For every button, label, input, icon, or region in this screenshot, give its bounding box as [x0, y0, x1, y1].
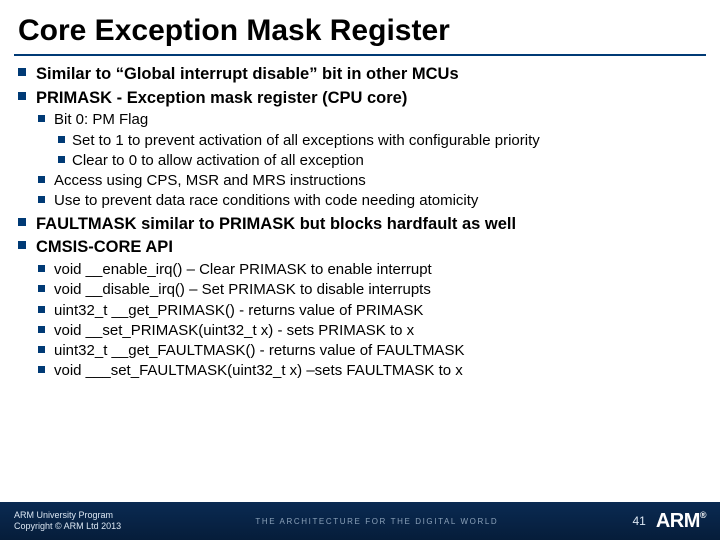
square-bullet-icon [38, 176, 45, 183]
bullet-text: Set to 1 to prevent activation of all ex… [72, 132, 540, 149]
square-bullet-icon [38, 285, 45, 292]
page-number: 41 [632, 514, 645, 528]
square-bullet-icon [38, 196, 45, 203]
bullet-l2: void __set_PRIMASK(uint32_t x) - sets PR… [18, 322, 702, 340]
bullet-l1: FAULTMASK similar to PRIMASK but blocks … [18, 214, 702, 235]
footer-left: ARM University Program Copyright © ARM L… [14, 510, 121, 532]
square-bullet-icon [18, 68, 26, 76]
arm-logo: ARM® [656, 510, 706, 533]
square-bullet-icon [58, 156, 65, 163]
square-bullet-icon [38, 115, 45, 122]
square-bullet-icon [58, 136, 65, 143]
slide-footer: ARM University Program Copyright © ARM L… [0, 502, 720, 540]
bullet-l1: Similar to “Global interrupt disable” bi… [18, 64, 702, 85]
bullet-l2: uint32_t __get_PRIMASK() - returns value… [18, 302, 702, 320]
bullet-text: uint32_t __get_PRIMASK() - returns value… [54, 302, 423, 319]
bullet-text: void __set_PRIMASK(uint32_t x) - sets PR… [54, 322, 414, 339]
bullet-text: Bit 0: PM Flag [54, 111, 148, 128]
bullet-l2: Use to prevent data race conditions with… [18, 192, 702, 210]
bullet-l3: Clear to 0 to allow activation of all ex… [18, 152, 702, 170]
slide-title: Core Exception Mask Register [0, 0, 720, 54]
bullet-text: void __enable_irq() – Clear PRIMASK to e… [54, 261, 432, 278]
square-bullet-icon [38, 306, 45, 313]
bullet-text: void __disable_irq() – Set PRIMASK to di… [54, 281, 431, 298]
bullet-l2: void __enable_irq() – Clear PRIMASK to e… [18, 261, 702, 279]
square-bullet-icon [38, 346, 45, 353]
title-underline [14, 54, 706, 56]
bullet-text: Similar to “Global interrupt disable” bi… [36, 65, 459, 83]
square-bullet-icon [18, 241, 26, 249]
bullet-text: uint32_t __get_FAULTMASK() - returns val… [54, 342, 464, 359]
bullet-text: Use to prevent data race conditions with… [54, 192, 478, 209]
bullet-l1: CMSIS-CORE API [18, 237, 702, 258]
square-bullet-icon [38, 366, 45, 373]
bullet-text: Access using CPS, MSR and MRS instructio… [54, 172, 366, 189]
bullet-text: PRIMASK - Exception mask register (CPU c… [36, 89, 407, 107]
footer-program: ARM University Program [14, 510, 121, 521]
slide-content: Similar to “Global interrupt disable” bi… [0, 64, 720, 381]
bullet-text: CMSIS-CORE API [36, 238, 173, 256]
bullet-l3: Set to 1 to prevent activation of all ex… [18, 132, 702, 150]
square-bullet-icon [18, 92, 26, 100]
bullet-text: FAULTMASK similar to PRIMASK but blocks … [36, 215, 516, 233]
footer-tagline: THE ARCHITECTURE FOR THE DIGITAL WORLD [255, 517, 498, 526]
footer-right: 41 ARM® [632, 510, 706, 533]
square-bullet-icon [38, 326, 45, 333]
bullet-l2: Access using CPS, MSR and MRS instructio… [18, 172, 702, 190]
bullet-l2: void ___set_FAULTMASK(uint32_t x) –sets … [18, 362, 702, 380]
registered-icon: ® [700, 510, 706, 520]
square-bullet-icon [38, 265, 45, 272]
square-bullet-icon [18, 218, 26, 226]
bullet-l2: uint32_t __get_FAULTMASK() - returns val… [18, 342, 702, 360]
bullet-l1: PRIMASK - Exception mask register (CPU c… [18, 88, 702, 109]
bullet-l2: Bit 0: PM Flag [18, 111, 702, 129]
bullet-text: Clear to 0 to allow activation of all ex… [72, 152, 364, 169]
bullet-text: void ___set_FAULTMASK(uint32_t x) –sets … [54, 362, 463, 379]
footer-copyright: Copyright © ARM Ltd 2013 [14, 521, 121, 532]
bullet-l2: void __disable_irq() – Set PRIMASK to di… [18, 281, 702, 299]
